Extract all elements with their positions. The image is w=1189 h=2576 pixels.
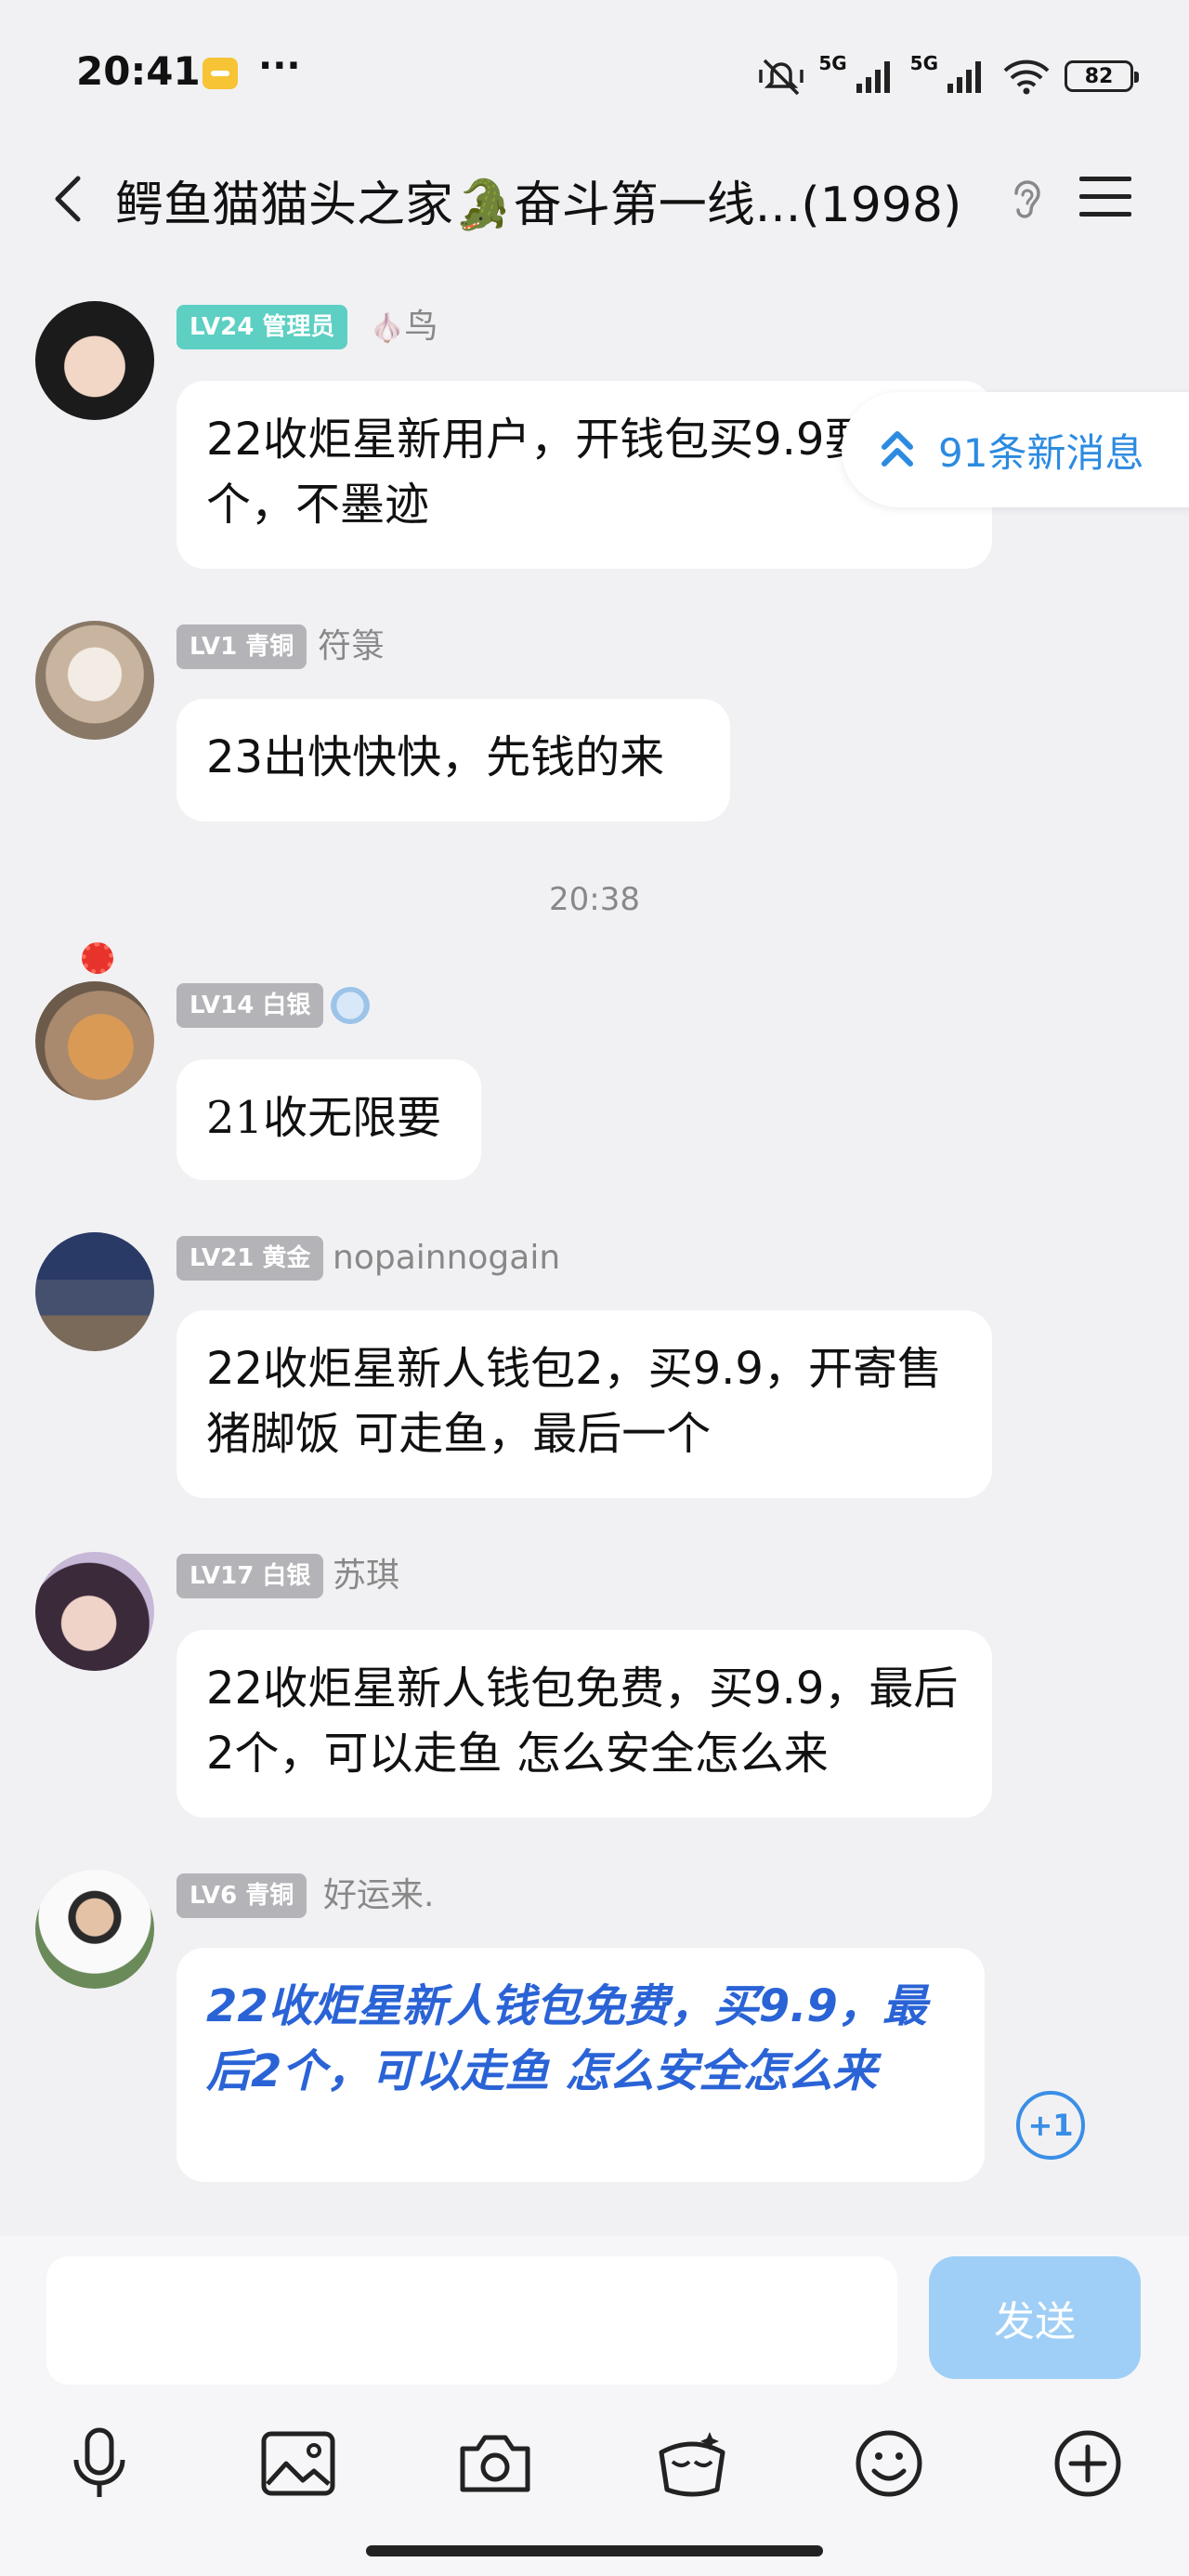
message-bubble[interactable]: 22收炬星新人钱包免费，买9.9，最后2个，可以走鱼 怎么安全怎么来 (176, 1948, 985, 2182)
new-messages-button[interactable]: 91条新消息 (842, 392, 1189, 507)
wifi-icon (1003, 59, 1050, 95)
chat-notification-icon (203, 58, 238, 89)
sticker-icon (331, 987, 370, 1024)
plus-one-button[interactable]: +1 (1016, 2091, 1085, 2160)
network-type-1: 5G (818, 52, 847, 74)
message-bubble[interactable]: 23出快快快，先钱的来 (176, 699, 730, 821)
level-badge: LV14 白银 (176, 983, 324, 1028)
level-badge: LV6 青铜 (176, 1873, 307, 1918)
sender-name[interactable]: 苏琪 (333, 1554, 399, 1598)
toolbar (0, 2422, 1189, 2515)
image-icon[interactable] (256, 2422, 340, 2505)
input-bar: 发送 (0, 2236, 1189, 2576)
ear-icon[interactable] (1007, 177, 1044, 223)
avatar[interactable] (35, 621, 154, 740)
message-bubble[interactable]: 22收炬星新人钱包免费，买9.9，最后2个，可以走鱼 怎么安全怎么来 (176, 1630, 992, 1818)
status-bar: 20:41 ··· 5G 5G 82 (0, 0, 1189, 149)
avatar[interactable] (35, 981, 154, 1100)
mic-icon[interactable] (58, 2422, 141, 2505)
status-icons: 5G 5G 82 (757, 48, 1139, 104)
plus-icon[interactable] (1046, 2422, 1130, 2505)
sender-name-text: 鸟 (404, 308, 438, 346)
back-icon[interactable] (43, 171, 98, 227)
sender-name[interactable]: 好运来. (323, 1873, 434, 1918)
level-badge: LV24 管理员 (176, 305, 348, 349)
battery-indicator: 82 (1065, 60, 1139, 92)
message-timestamp: 20:38 (549, 881, 640, 918)
more-notifications-icon: ··· (258, 45, 301, 87)
double-chevron-up-icon (882, 431, 913, 467)
status-time: 20:41 (76, 48, 201, 94)
signal-icon-2 (947, 61, 981, 93)
sender-name[interactable]: 符箓 (318, 624, 385, 669)
mute-vibrate-icon (759, 59, 804, 96)
home-indicator[interactable] (366, 2545, 823, 2556)
emoji-icon[interactable] (847, 2422, 931, 2505)
flower-decoration-icon (82, 942, 113, 974)
message-bubble[interactable]: 22收炬星新人钱包2，买9.9，开寄售猪脚饭 可走鱼，最后一个 (176, 1310, 992, 1498)
message-input[interactable] (46, 2256, 897, 2385)
chat-title[interactable]: 鳄鱼猫猫头之家🐊奋斗第一线...(1998) (115, 165, 961, 235)
avatar[interactable] (35, 301, 154, 420)
chat-header: 鳄鱼猫猫头之家🐊奋斗第一线...(1998) (0, 149, 1189, 245)
avatar[interactable] (35, 1870, 154, 1989)
signal-icon (856, 61, 890, 93)
red-packet-icon[interactable] (650, 2422, 734, 2505)
avatar[interactable] (35, 1552, 154, 1671)
camera-icon[interactable] (453, 2422, 537, 2505)
avatar[interactable] (35, 1232, 154, 1351)
level-badge: LV1 青铜 (176, 624, 307, 669)
garlic-emoji: 🧄 (370, 312, 405, 345)
menu-icon[interactable] (1078, 173, 1133, 221)
sender-name[interactable]: 🧄鸟 (370, 305, 438, 349)
send-button[interactable]: 发送 (929, 2256, 1141, 2379)
message-bubble[interactable]: 21收无限要 (176, 1059, 481, 1180)
network-type-2: 5G (909, 52, 938, 74)
level-badge: LV21 黄金 (176, 1236, 324, 1281)
level-badge: LV17 白银 (176, 1554, 324, 1598)
new-messages-label: 91条新消息 (938, 429, 1144, 476)
sender-name[interactable]: nopainnogain (333, 1236, 560, 1281)
